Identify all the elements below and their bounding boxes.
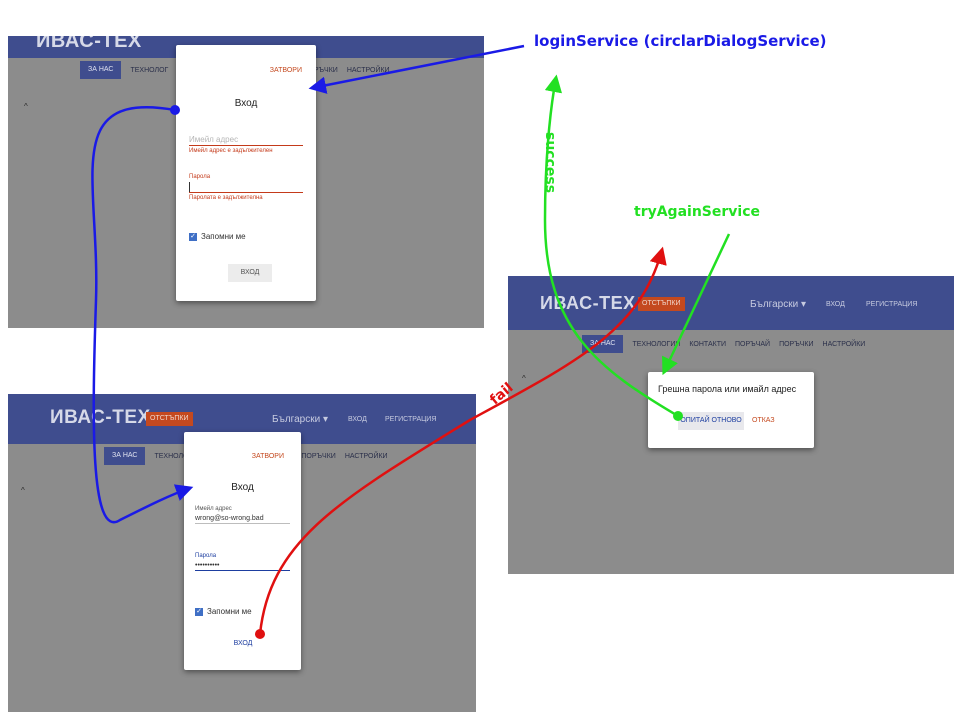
try-again-service-label: tryAgainService [634,204,760,220]
arrow-try-again [662,233,731,376]
arrow-start-dot-red [255,629,265,639]
login-service-label: loginService (circlarDialogService) [534,32,827,50]
arrow-start-dot-green [673,411,683,421]
arrow-start-dot-blue [170,105,180,115]
arrow-fail [258,246,667,635]
arrow-dialog-to-dialog [91,105,194,524]
arrow-login-service [308,44,525,94]
flow-arrows [91,44,731,639]
success-label: success [542,132,558,194]
